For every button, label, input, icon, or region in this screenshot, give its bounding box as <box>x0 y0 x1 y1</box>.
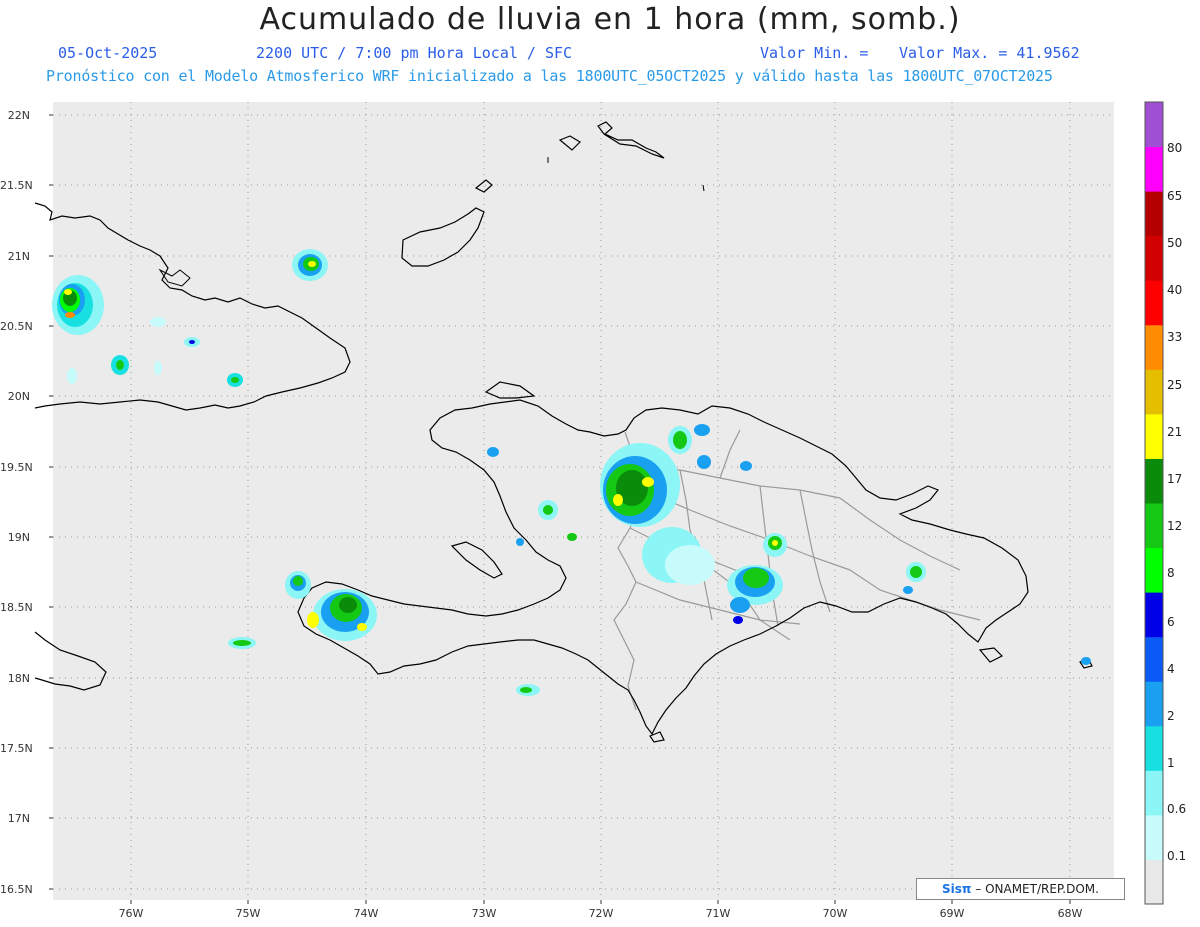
lat-label-18-5n: 18.5N <box>0 601 33 614</box>
colorbar-swatch <box>1145 191 1163 237</box>
colorbar-label: 8 <box>1167 566 1175 580</box>
colorbar-swatch <box>1145 547 1163 593</box>
lon-label-72w: 72W <box>588 907 614 920</box>
colorbar-label: 0.6 <box>1167 802 1187 816</box>
colorbar-label: 0.1 <box>1167 849 1187 863</box>
colorbar-label: 4 <box>1167 662 1175 676</box>
colorbar-swatch <box>1145 814 1163 860</box>
rainfall-map <box>34 101 1164 905</box>
precip-cell-cuba-north <box>292 249 328 281</box>
colorbar-label: 1 <box>1167 756 1175 770</box>
colorbar-swatch <box>1145 681 1163 727</box>
colorbar-label: 21 <box>1167 425 1183 439</box>
colorbar-label: 12 <box>1167 519 1183 533</box>
precip-cell-cuba-west <box>52 275 104 335</box>
lon-label-73w: 73W <box>471 907 497 920</box>
colorbar-label: 17 <box>1167 472 1183 486</box>
colorbar-swatch <box>1145 102 1163 148</box>
lon-label-74w: 74W <box>353 907 379 920</box>
colorbar-swatch <box>1145 458 1163 504</box>
colorbar-swatch <box>1145 592 1163 638</box>
colorbar-label: 80 <box>1167 141 1183 155</box>
colorbar-swatch <box>1145 770 1163 816</box>
lat-label-21n: 21N <box>7 250 30 263</box>
lat-label-19n: 19N <box>7 531 30 544</box>
lon-label-68w: 68W <box>1057 907 1083 920</box>
colorbar-swatch <box>1145 725 1163 771</box>
credit-box: Sisπ – ONAMET/REP.DOM. <box>916 878 1125 900</box>
lon-label-76w: 76W <box>118 907 144 920</box>
colorbar-label: 65 <box>1167 189 1183 203</box>
colorbar-swatch <box>1145 369 1163 415</box>
colorbar-label: 6 <box>1167 615 1175 629</box>
colorbar-label: 40 <box>1167 283 1183 297</box>
lat-label-17-5n: 17.5N <box>0 742 33 755</box>
colorbar-label: 33 <box>1167 330 1183 344</box>
lon-label-70w: 70W <box>822 907 848 920</box>
colorbar <box>1145 102 1163 905</box>
colorbar-swatch <box>1145 235 1163 281</box>
lat-label-17n: 17N <box>7 812 30 825</box>
colorbar-label: 25 <box>1167 378 1183 392</box>
credit-text: – ONAMET/REP.DOM. <box>975 882 1099 896</box>
colorbar-swatch <box>1145 324 1163 370</box>
lon-label-71w: 71W <box>705 907 731 920</box>
colorbar-swatch <box>1145 636 1163 682</box>
lat-label-20-5n: 20.5N <box>0 320 33 333</box>
lat-label-19-5n: 19.5N <box>0 461 33 474</box>
colorbar-swatch <box>1145 280 1163 326</box>
lat-label-18n: 18N <box>7 672 30 685</box>
colorbar-swatch <box>1145 503 1163 549</box>
lon-label-75w: 75W <box>235 907 261 920</box>
lat-label-16-5n: 16.5N <box>0 883 33 896</box>
lat-label-21-5n: 21.5N <box>0 179 33 192</box>
sispi-logo: Sisπ <box>942 882 972 896</box>
map-frame <box>53 102 1114 900</box>
colorbar-swatch <box>1145 146 1163 192</box>
colorbar-swatch <box>1145 413 1163 459</box>
colorbar-label: 2 <box>1167 709 1175 723</box>
colorbar-label: 50 <box>1167 236 1183 250</box>
lon-label-69w: 69W <box>939 907 965 920</box>
colorbar-swatch <box>1145 859 1163 905</box>
lat-label-22n: 22N <box>7 109 30 122</box>
lat-label-20n: 20N <box>7 390 30 403</box>
